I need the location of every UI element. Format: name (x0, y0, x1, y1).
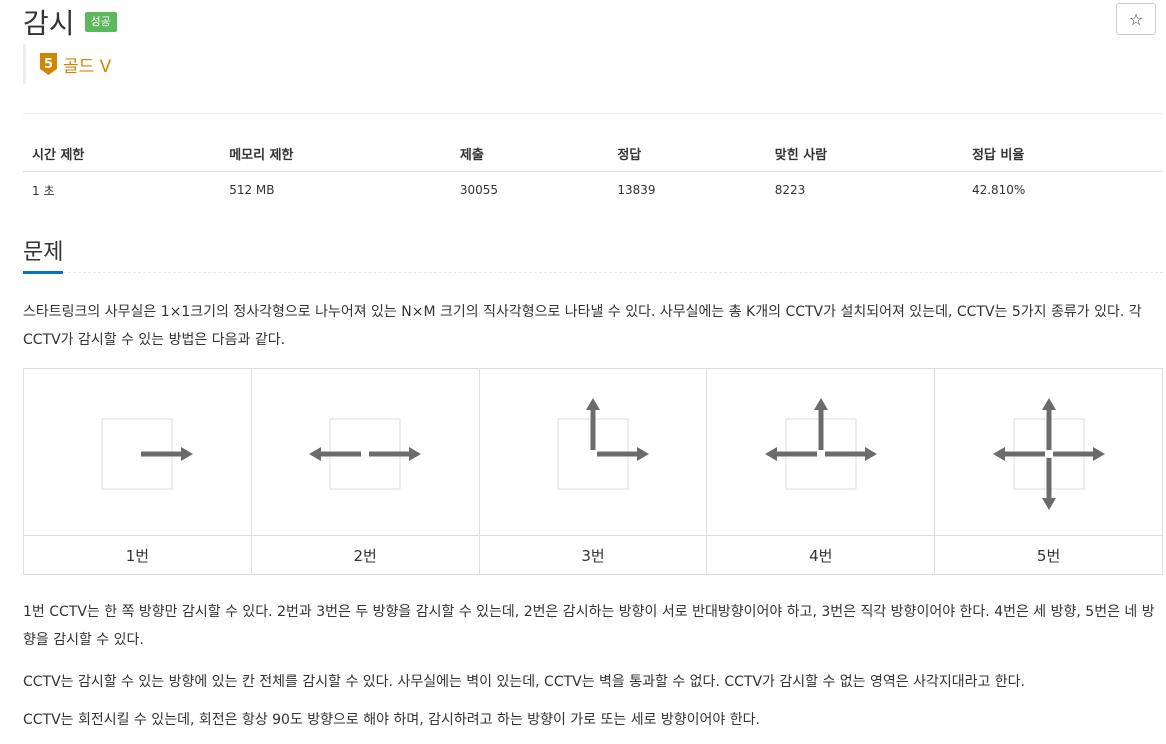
memory-limit-value: 512 MB (229, 183, 275, 197)
page-title: 감시 (23, 7, 75, 40)
favorite-star-button[interactable]: ☆ (1116, 3, 1156, 35)
cctv-type-1-cell (23, 368, 252, 536)
tier-shield-icon: 5 (40, 53, 57, 75)
arrow-up-icon (1041, 398, 1056, 450)
description-paragraph-4: CCTV는 회전시킬 수 있는데, 회전은 항상 90도 방향으로 해야 하며,… (23, 712, 760, 728)
time-limit-value: 1 초 (32, 183, 55, 198)
section-heading: 문제 (23, 240, 64, 265)
cctv-type-2-diagram (309, 418, 422, 490)
arrow-up-icon (585, 398, 600, 450)
arrow-right-icon (141, 447, 194, 461)
accepted-value: 13839 (617, 183, 656, 197)
header-time-limit: 시간 제한 (23, 136, 221, 172)
submissions-value: 30055 (459, 183, 499, 197)
arrow-right-icon (369, 447, 422, 461)
cctv-type-4-cell (706, 368, 936, 536)
table-row: 1 초 512 MB 30055 13839 8223 42.810% (23, 172, 1163, 209)
cctv-type-2-cell (250, 368, 480, 536)
divider (23, 113, 1163, 114)
problem-info-table: 시간 제한 메모리 제한 제출 정답 맞힌 사람 정답 비율 1 초 512 M… (23, 136, 1163, 208)
solvers-value: 8223 (774, 183, 806, 197)
title-row: 감시 성공 (23, 2, 117, 42)
arrow-left-icon (764, 447, 817, 461)
arrow-right-icon (596, 447, 649, 461)
arrow-right-icon (824, 447, 877, 461)
description-paragraph-2: 1번 CCTV는 한 쪽 방향만 감시할 수 있다. 2번과 3번은 두 방향을… (23, 604, 1155, 648)
cctv-type-3-label: 3번 (478, 535, 708, 575)
cctv-type-5-cell (934, 368, 1163, 536)
tier-badge[interactable]: 5 골드 V (23, 44, 111, 84)
cctv-types-table: 1번 2번 3번 4번 5번 (23, 368, 1163, 575)
cctv-type-4-diagram (764, 398, 877, 490)
tier-label: 골드 V (63, 56, 112, 77)
cctv-type-2-label: 2번 (250, 535, 480, 575)
cctv-type-4-label: 4번 (706, 535, 936, 575)
cctv-type-5-diagram (992, 398, 1105, 510)
description-paragraph-1: 스타트링크의 사무실은 1×1크기의 정사각형으로 나누어져 있는 N×M 크기… (23, 304, 1142, 348)
cctv-type-3-cell (478, 368, 708, 536)
header-memory-limit: 메모리 제한 (220, 136, 451, 172)
status-badge: 성공 (84, 12, 117, 32)
cctv-type-5-label: 5번 (934, 535, 1163, 575)
arrow-up-icon (813, 398, 828, 450)
description-paragraph-3: CCTV는 감시할 수 있는 방향에 있는 칸 전체를 감시할 수 있다. 사무… (23, 674, 1026, 690)
header-accepted[interactable]: 정답 (608, 136, 766, 172)
section-divider (63, 272, 1163, 273)
accept-rate-value: 42.810% (971, 183, 1026, 197)
cctv-type-1-diagram (101, 418, 194, 490)
arrow-left-icon (992, 447, 1045, 461)
arrow-down-icon (1041, 458, 1056, 510)
header-submissions[interactable]: 제출 (450, 136, 609, 172)
cctv-type-3-diagram (557, 398, 649, 490)
arrow-right-icon (1052, 447, 1105, 461)
star-icon: ☆ (1128, 9, 1144, 29)
arrow-left-icon (309, 447, 362, 461)
section-heading-underline (23, 271, 63, 274)
header-solvers[interactable]: 맞힌 사람 (765, 136, 963, 172)
cctv-type-1-label: 1번 (23, 535, 252, 575)
header-accept-rate: 정답 비율 (962, 136, 1163, 172)
